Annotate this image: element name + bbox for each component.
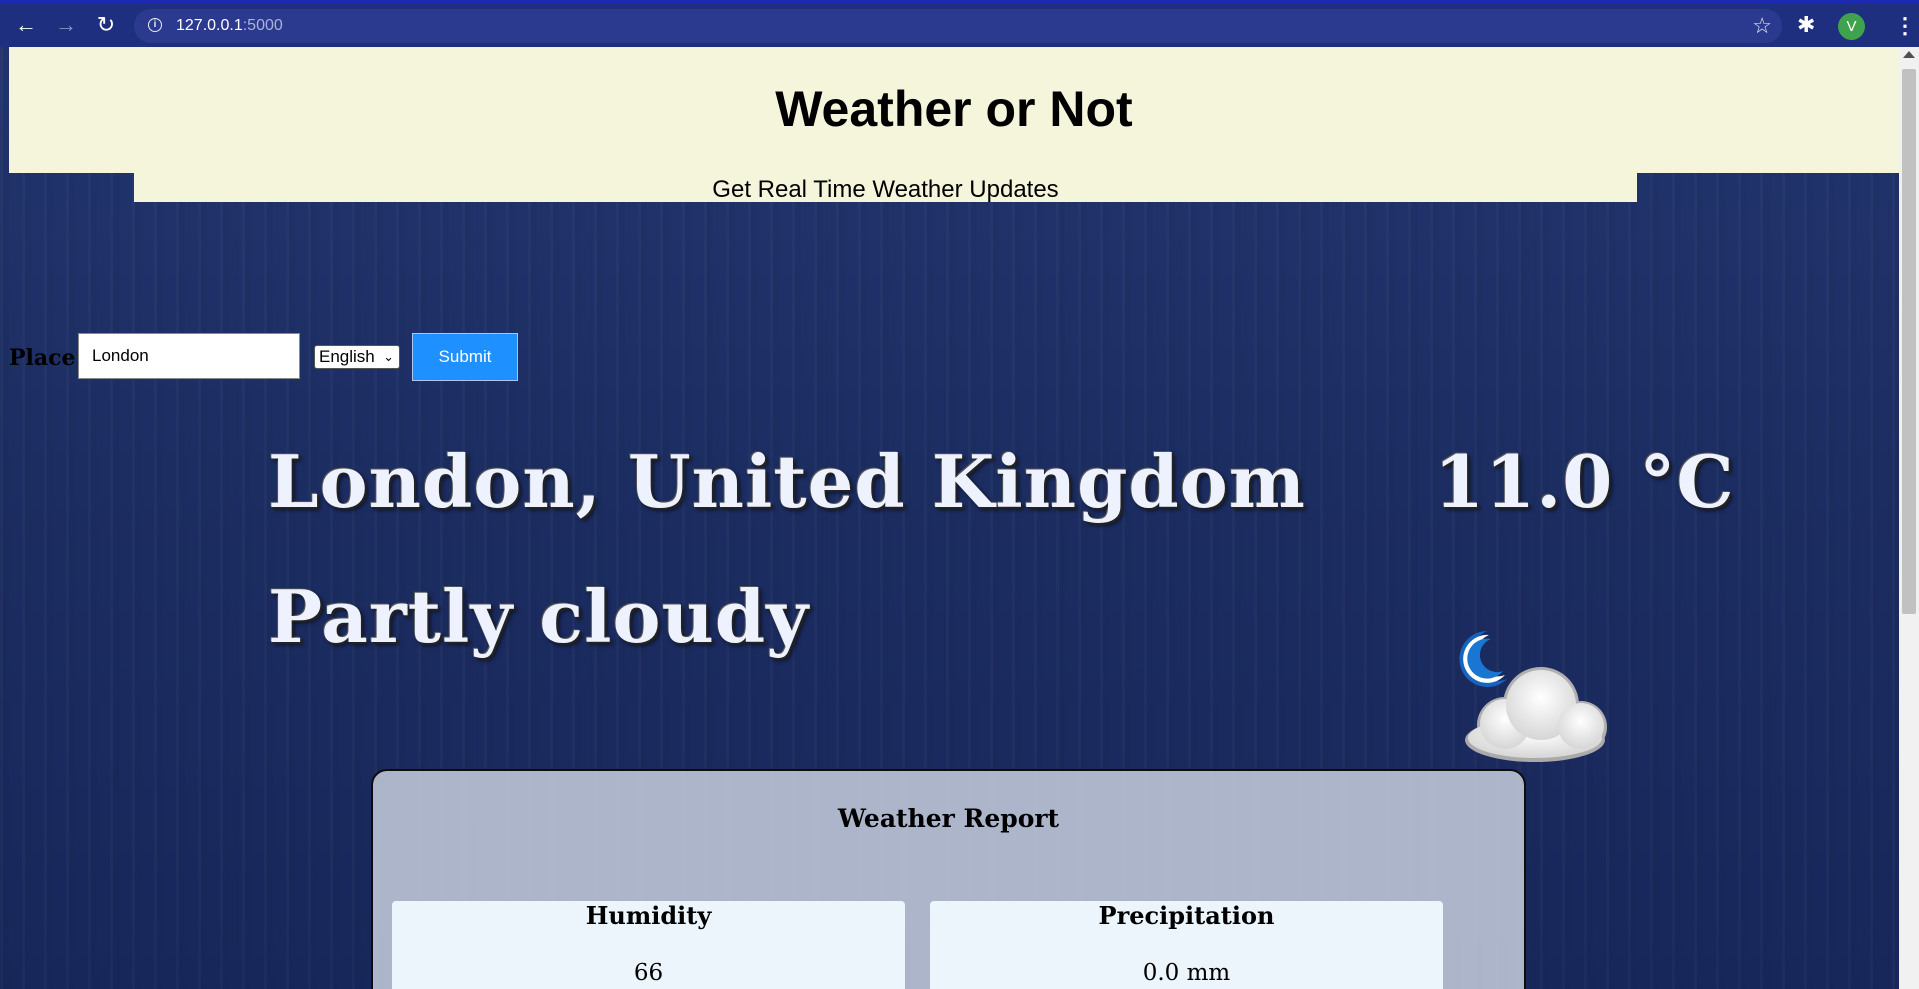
language-selected: English: [319, 347, 375, 366]
address-url[interactable]: 127.0.0.1:5000: [176, 17, 283, 35]
language-select[interactable]: English ⌄: [314, 345, 400, 369]
weather-report-card: Weather Report Humidity 66 Precipitation…: [371, 769, 1526, 989]
temperature: 11.0 °C: [1434, 439, 1735, 524]
address-bar[interactable]: i 127.0.0.1:5000 ☆: [134, 9, 1782, 43]
reload-icon[interactable]: ↻: [90, 9, 122, 41]
site-info-icon[interactable]: i: [148, 18, 162, 32]
scroll-up-icon[interactable]: [1903, 51, 1915, 58]
back-icon[interactable]: ←: [10, 9, 42, 41]
page-scrollbar[interactable]: [1899, 47, 1919, 989]
precipitation-value: 0.0 mm: [1142, 960, 1231, 986]
browser-menu-icon[interactable]: ⋮: [1894, 13, 1916, 39]
site-title: Weather or Not: [775, 81, 1133, 137]
humidity-value: 66: [633, 960, 664, 986]
place-input[interactable]: [78, 333, 300, 379]
tagline: Get Real Time Weather Updates: [712, 176, 1059, 203]
precipitation-card: Precipitation 0.0 mm: [930, 901, 1443, 989]
submit-button[interactable]: Submit: [412, 333, 518, 381]
humidity-card: Humidity 66: [392, 901, 905, 989]
profile-avatar[interactable]: V: [1838, 13, 1865, 40]
precipitation-label: Precipitation: [1098, 901, 1275, 930]
site-header: Weather or Not: [9, 47, 1899, 173]
location-name: London, United Kingdom: [268, 439, 1306, 524]
url-host: 127.0.0.1: [176, 17, 243, 34]
url-port: :5000: [242, 17, 283, 34]
page-viewport: Weather or Not Get Real Time Weather Upd…: [0, 47, 1919, 989]
moon-cloud-icon: [1445, 627, 1620, 767]
place-label: Place: [9, 345, 76, 371]
bookmark-star-icon[interactable]: ☆: [1752, 13, 1772, 39]
forward-icon[interactable]: →: [50, 9, 82, 41]
humidity-label: Humidity: [585, 901, 712, 930]
condition-text: Partly cloudy: [268, 574, 810, 659]
scrollbar-thumb[interactable]: [1902, 69, 1916, 614]
browser-toolbar: ← → ↻ i 127.0.0.1:5000 ☆ ✱ V ⋮: [0, 0, 1919, 47]
extensions-icon[interactable]: ✱: [1797, 12, 1815, 38]
report-title: Weather Report: [837, 804, 1060, 833]
tagline-banner: Get Real Time Weather Updates: [134, 173, 1637, 203]
chevron-down-icon: ⌄: [383, 349, 394, 364]
